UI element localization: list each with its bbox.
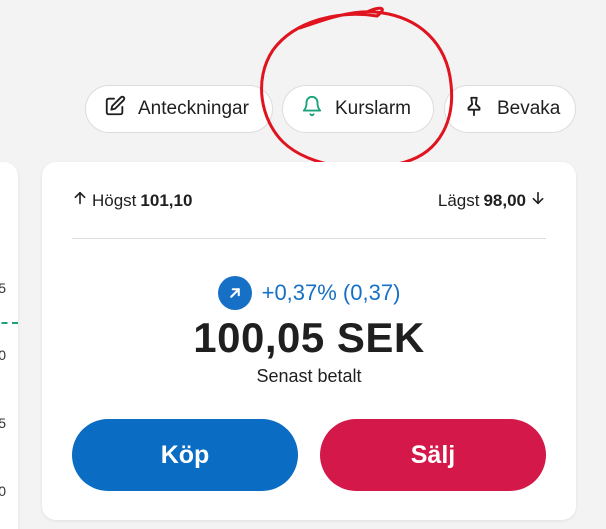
notes-button-label: Anteckningar <box>138 98 249 119</box>
edit-icon <box>104 95 126 123</box>
high-low-row: Högst 101,10 Lägst 98,00 <box>72 190 546 211</box>
day-low: Lägst 98,00 <box>438 190 546 211</box>
notes-button[interactable]: Anteckningar <box>85 85 273 133</box>
sell-button[interactable]: Sälj <box>320 419 546 491</box>
price-change-value: +0,37% (0,37) <box>261 280 401 305</box>
day-high: Högst 101,10 <box>72 190 192 211</box>
buy-button[interactable]: Köp <box>72 419 298 491</box>
price-alarm-button[interactable]: Kurslarm <box>282 85 434 133</box>
low-label: Lägst <box>437 190 480 210</box>
pin-icon <box>463 95 485 123</box>
watch-button-label: Bevaka <box>497 98 561 119</box>
chart-tick-label: 10 <box>0 483 6 499</box>
last-price-caption: Senast betalt <box>256 366 362 386</box>
watch-button[interactable]: Bevaka <box>444 85 576 133</box>
arrow-up-right-icon <box>217 276 252 310</box>
quote-card: Högst 101,10 Lägst 98,00 +0,37% (0,37) 1… <box>42 162 576 520</box>
price-chart-panel[interactable]: 25 20 15 10 <box>0 162 18 529</box>
chart-tick-label: 15 <box>0 415 6 431</box>
chart-tick-label: 20 <box>0 347 6 363</box>
divider <box>72 238 546 239</box>
last-price: 100,05 SEK <box>193 314 425 361</box>
high-value: 101,10 <box>140 190 193 210</box>
arrow-down-icon <box>530 190 546 211</box>
bell-icon <box>301 95 323 123</box>
chart-reference-line <box>0 322 18 324</box>
price-change: +0,37% (0,37) <box>42 276 576 310</box>
price-alarm-button-label: Kurslarm <box>335 98 412 119</box>
high-label: Högst <box>92 190 137 210</box>
chart-tick-label: 25 <box>0 280 6 296</box>
low-value: 98,00 <box>483 190 526 210</box>
arrow-up-icon <box>72 190 88 211</box>
